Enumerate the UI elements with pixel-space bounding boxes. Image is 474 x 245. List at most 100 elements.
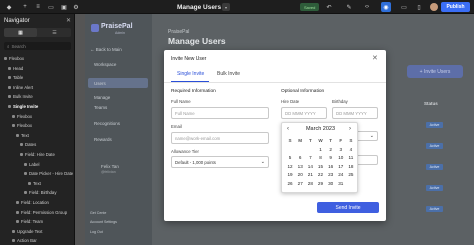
tree-item-label: Dates	[25, 142, 37, 148]
undo-icon[interactable]: ↶	[324, 2, 334, 12]
navigator-tree-item[interactable]: Action Bar	[12, 237, 37, 244]
permission-select[interactable]	[358, 155, 378, 165]
element-icon	[8, 85, 11, 89]
birthday-field[interactable]: DD MMM YYYY	[332, 107, 378, 119]
back-link[interactable]: ← Back to Main	[90, 47, 122, 52]
sidebar-item-manage[interactable]: Manage	[94, 95, 110, 100]
navigator-tree-item[interactable]: Flexbox	[12, 122, 32, 129]
desktop-icon[interactable]: ▭	[399, 2, 409, 12]
navigator-tree-item[interactable]: Table	[8, 74, 23, 81]
invite-users-button[interactable]: + Invite Users	[407, 65, 463, 78]
navigator-search-input[interactable]: ⌕ Search	[4, 42, 71, 50]
calendar-day[interactable]: 14	[305, 163, 315, 170]
email-field[interactable]: name@work-email.com	[171, 132, 269, 144]
user-avatar[interactable]	[430, 3, 438, 11]
navigator-tree-item[interactable]: Label	[24, 161, 40, 168]
publish-button[interactable]: Publish	[441, 2, 470, 12]
calendar-day[interactable]: 20	[295, 171, 305, 178]
calendar-day[interactable]: 3	[336, 146, 346, 153]
navigator-tree-item[interactable]: Text	[16, 132, 29, 139]
calendar-day[interactable]: 18	[346, 163, 356, 170]
logout-link[interactable]: Log Out	[90, 230, 103, 234]
calendar-day[interactable]: 19	[285, 171, 295, 178]
hire-date-field[interactable]: DD MMM YYYY	[281, 107, 327, 119]
logo-icon[interactable]: ◆	[4, 2, 14, 12]
navigator-tree-item[interactable]: Text	[28, 180, 41, 187]
calendar-day[interactable]: 17	[336, 163, 346, 170]
layers-icon[interactable]: ≡	[33, 2, 43, 12]
calendar-day[interactable]: 26	[285, 180, 295, 187]
calendar-day[interactable]: 31	[336, 180, 346, 187]
navigator-tree-item[interactable]: Bulk Invite	[8, 93, 33, 100]
navigator-tree-item[interactable]: Flexbox	[12, 113, 32, 120]
calendar-day[interactable]: 30	[326, 180, 336, 187]
tab-single-invite[interactable]: Single Invite	[177, 71, 204, 77]
calendar-day[interactable]: 9	[326, 154, 336, 161]
chevron-down-icon: ⌄	[369, 133, 374, 139]
close-icon[interactable]: ✕	[66, 17, 71, 24]
calendar-day[interactable]: 27	[295, 180, 305, 187]
mobile-icon[interactable]: ▯	[414, 2, 424, 12]
assets-icon[interactable]: ▣	[59, 2, 69, 12]
calendar-day[interactable]: 6	[295, 154, 305, 161]
calendar-day[interactable]: 13	[295, 163, 305, 170]
add-icon[interactable]: +	[20, 2, 30, 12]
calendar-day[interactable]: 24	[336, 171, 346, 178]
navigator-tree-item[interactable]: Dates	[20, 141, 36, 148]
navigator-tree-item[interactable]: Date Picker - Hire Date	[24, 170, 73, 177]
navigator-tree-item[interactable]: Inline Alert	[8, 84, 33, 91]
navigator-tree-item[interactable]: Field: Hire Date	[20, 151, 55, 158]
saved-status-badge: Saved	[300, 3, 320, 11]
navigator-tree-item[interactable]: Field: Location	[16, 199, 49, 206]
list-view-icon[interactable]: ☰	[38, 28, 71, 37]
page-dropdown-icon[interactable]: ▾	[222, 3, 231, 11]
close-icon[interactable]: ✕	[372, 54, 378, 62]
calendar-day[interactable]: 12	[285, 163, 295, 170]
calendar-day[interactable]: 29	[315, 180, 325, 187]
allowance-tier-select[interactable]: Default - 1,000 points ⌄	[171, 156, 269, 168]
calendar-day[interactable]: 25	[346, 171, 356, 178]
navigator-tree-item[interactable]: Flexbox	[4, 55, 24, 62]
navigator-tree-item[interactable]: Field: Permission Group	[16, 209, 67, 216]
preview-eye-icon[interactable]: ◉	[381, 2, 391, 12]
calendar-day[interactable]: 2	[326, 146, 336, 153]
settings-icon[interactable]: ⚙	[71, 2, 81, 12]
calendar-day[interactable]: 10	[336, 154, 346, 161]
navigator-tree-item[interactable]: Upgrade Text	[12, 228, 42, 235]
calendar-day[interactable]: 4	[346, 146, 356, 153]
calendar-day[interactable]: 16	[326, 163, 336, 170]
calendar-day[interactable]: 28	[305, 180, 315, 187]
paint-icon[interactable]: ✎	[344, 2, 354, 12]
code-icon[interactable]: ‹›	[362, 2, 372, 12]
tab-bulk-invite[interactable]: Bulk Invite	[217, 71, 240, 77]
sidebar-item-workspace[interactable]: Workspace	[94, 62, 116, 67]
chevron-right-icon[interactable]: ›	[349, 126, 351, 132]
element-icon	[12, 229, 15, 233]
calendar-day[interactable]: 22	[315, 171, 325, 178]
tree-view-icon[interactable]: ▦	[4, 28, 37, 37]
navigator-tree-item[interactable]: Head	[8, 65, 23, 72]
calendar-day[interactable]: 23	[326, 171, 336, 178]
send-invite-button[interactable]: Send Invite	[317, 202, 379, 213]
sidebar-item-teams[interactable]: Teams	[94, 105, 107, 110]
calendar-day[interactable]: 1	[315, 146, 325, 153]
sidebar-item-users[interactable]: Users	[94, 81, 106, 86]
calendar-day[interactable]: 5	[285, 154, 295, 161]
navigator-tree-item[interactable]: Single Invite	[8, 103, 38, 110]
sidebar-item-rewards[interactable]: Rewards	[94, 137, 112, 142]
navigator-tree-item[interactable]: Field: Birthday	[24, 189, 56, 196]
calendar-day[interactable]: 21	[305, 171, 315, 178]
pages-icon[interactable]: ▭	[46, 2, 56, 12]
calendar-day[interactable]: 15	[315, 163, 325, 170]
current-page-title[interactable]: Manage Users	[177, 2, 221, 12]
birthday-placeholder: DD MMM YYYY	[336, 110, 367, 116]
full-name-field[interactable]: Full Name	[171, 107, 269, 119]
account-settings-link[interactable]: Account Settings	[90, 220, 117, 224]
sidebar-item-recognitions[interactable]: Recognitions	[94, 121, 120, 126]
location-select[interactable]: ⌄	[358, 131, 378, 141]
calendar-day[interactable]: 7	[305, 154, 315, 161]
navigator-tree-item[interactable]: Field: Team	[16, 218, 43, 225]
calendar-day[interactable]: 11	[346, 154, 356, 161]
help-link[interactable]: Get Cente	[90, 211, 106, 215]
calendar-day[interactable]: 8	[315, 154, 325, 161]
